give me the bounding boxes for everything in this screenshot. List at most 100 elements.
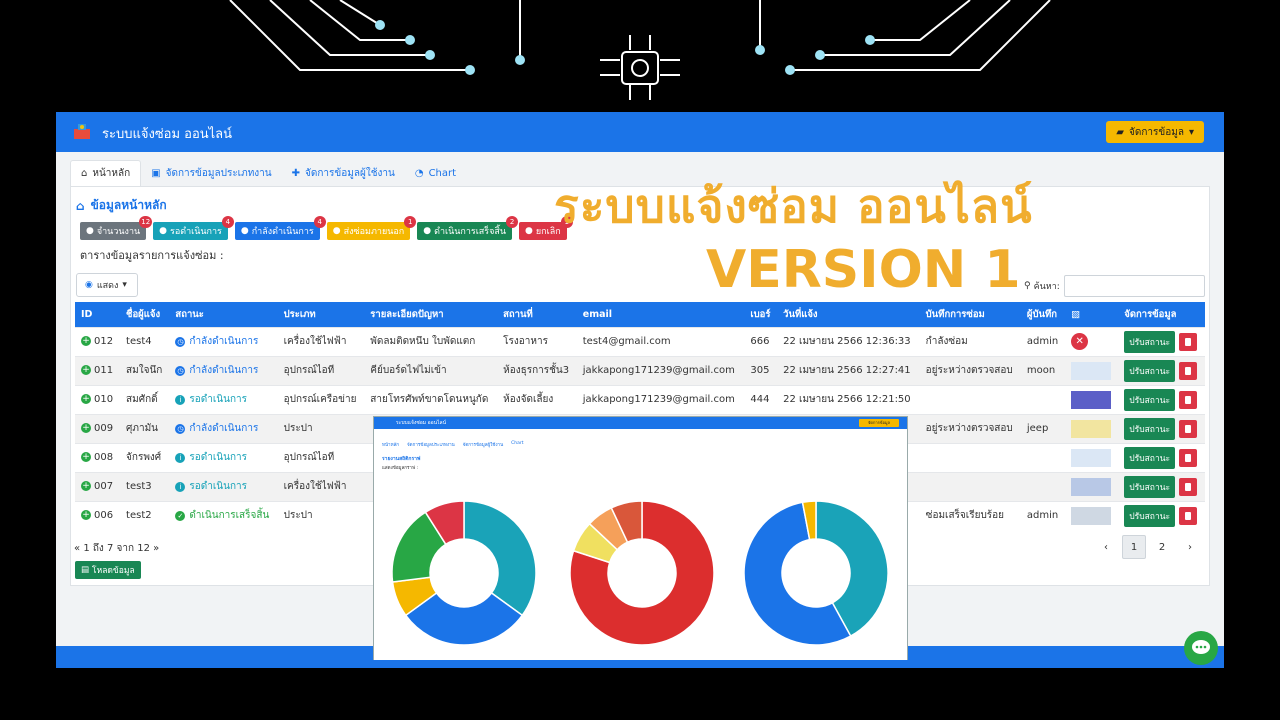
delete-icon[interactable]: [1179, 390, 1198, 409]
search-icon: ⚲: [1024, 281, 1031, 291]
tab-users[interactable]: ✚ จัดการข้อมูลผู้ใช้งาน: [282, 160, 405, 186]
update-status-button[interactable]: ปรับสถานะ: [1124, 417, 1176, 440]
update-status-button[interactable]: ปรับสถานะ: [1124, 330, 1176, 353]
brand-title[interactable]: ระบบแจ้งซ่อม ออนไลน์: [102, 123, 232, 144]
column-header[interactable]: จัดการข้อมูล: [1118, 302, 1205, 327]
page-next-icon[interactable]: ›: [1178, 535, 1202, 559]
info-icon: ●: [240, 226, 249, 236]
tab-work-types[interactable]: ▣ จัดการข้อมูลประเภทงาน: [141, 160, 281, 186]
status-badges: ● จำนวนงาน 12 ● รอดำเนินการ 4 ● กำลังดำเนินการ 4…: [80, 216, 573, 240]
expand-row-icon[interactable]: +: [81, 481, 91, 491]
status-icon: i: [175, 481, 186, 492]
cell-id: +006: [75, 500, 121, 530]
expand-row-icon[interactable]: +: [81, 336, 91, 346]
main-tabs: ⌂ หน้าหลัก ▣ จัดการข้อมูลประเภทงาน ✚ จัดการ…: [70, 160, 466, 186]
thumbnail-image[interactable]: [1071, 419, 1112, 438]
cell-phone: 305: [744, 355, 778, 385]
load-data-label: โหลดข้อมูล: [92, 566, 135, 576]
status-badge[interactable]: ● ส่งซ่อมภายนอก 1: [326, 216, 417, 240]
tab-chart-label: Chart: [428, 167, 457, 179]
column-header[interactable]: รายละเอียดปัญหา: [364, 302, 498, 327]
cell-id: +008: [75, 442, 121, 472]
load-data-button[interactable]: ▤ โหลดข้อมูล: [75, 561, 141, 579]
cell-phone: 666: [744, 326, 778, 356]
cell-id: +010: [75, 384, 121, 414]
thumbnail-image[interactable]: [1071, 361, 1112, 380]
status-badge[interactable]: ● ดำเนินการเสร็จสิ้น 2: [417, 216, 519, 240]
column-header[interactable]: ผู้บันทึก: [1020, 302, 1066, 327]
column-header[interactable]: ▧: [1065, 302, 1119, 327]
tab-chart[interactable]: ◔ Chart: [405, 160, 466, 186]
manage-data-dropdown[interactable]: ▰ จัดการข้อมูล ▾: [1106, 121, 1204, 143]
cell-name: ศุภามัน: [120, 413, 170, 443]
cell-email: test4@gmail.com: [576, 326, 745, 356]
update-status-button[interactable]: ปรับสถานะ: [1124, 475, 1176, 498]
column-header[interactable]: สถานะ: [169, 302, 278, 327]
table-subtitle: ตารางข้อมูลรายการแจ้งซ่อม :: [80, 249, 224, 262]
column-header[interactable]: ประเภท: [277, 302, 365, 327]
update-status-button[interactable]: ปรับสถานะ: [1124, 359, 1176, 382]
show-columns-button[interactable]: ◉ แสดง ▾: [76, 273, 138, 297]
status-badge[interactable]: ● รอดำเนินการ 4: [153, 216, 234, 240]
update-status-button[interactable]: ปรับสถานะ: [1124, 388, 1176, 411]
expand-row-icon[interactable]: +: [81, 365, 91, 375]
delete-icon[interactable]: [1179, 419, 1198, 438]
chat-button[interactable]: [1184, 631, 1218, 665]
page-1[interactable]: 1: [1122, 535, 1146, 559]
double-right-icon[interactable]: »: [153, 543, 159, 554]
column-header[interactable]: เบอร์: [744, 302, 778, 327]
cell-name: test3: [120, 471, 170, 501]
thumbnail-image[interactable]: [1071, 390, 1112, 409]
info-icon: ●: [423, 226, 432, 236]
delete-icon[interactable]: [1179, 361, 1198, 380]
circuit-background: [229, 0, 1051, 100]
expand-row-icon[interactable]: +: [81, 510, 91, 521]
status-badge[interactable]: ● จำนวนงาน 12: [80, 216, 153, 240]
delete-icon[interactable]: [1179, 332, 1198, 351]
cell-name: test2: [120, 500, 170, 530]
status-text: รอดำเนินการ: [189, 394, 248, 405]
inset-tab-work-types: จัดการข้อมูลประเภทงาน: [407, 443, 455, 448]
column-header[interactable]: บันทึกการซ่อม: [919, 302, 1021, 327]
column-header[interactable]: ชื่อผู้แจ้ง: [120, 302, 170, 327]
delete-icon[interactable]: [1179, 506, 1198, 525]
delete-icon[interactable]: [1179, 477, 1198, 496]
thumbnail-image[interactable]: [1071, 506, 1112, 525]
status-icon: ◷: [175, 336, 186, 347]
update-status-button[interactable]: ปรับสถานะ: [1124, 504, 1176, 527]
table-row[interactable]: +011 สมใจนึก ◷ กำลังดำเนินการ อุปกรณ์ไอที คีย…: [75, 355, 1205, 385]
column-header[interactable]: email: [576, 302, 745, 327]
page-2[interactable]: 2: [1150, 535, 1174, 559]
column-header[interactable]: สถานที่: [497, 302, 577, 327]
thumbnail-image[interactable]: [1071, 477, 1112, 496]
status-icon: ◷: [175, 423, 186, 434]
status-icon: ✓: [175, 510, 186, 521]
tab-home[interactable]: ⌂ หน้าหลัก: [70, 160, 142, 186]
status-text: ดำเนินการเสร็จสิ้น: [189, 510, 270, 522]
status-badge[interactable]: ● กำลังดำเนินการ 4: [234, 216, 326, 240]
inset-footer: [373, 660, 908, 668]
expand-row-icon[interactable]: +: [81, 423, 91, 433]
row-id: 009: [94, 423, 114, 434]
caret-down-icon: ▾: [122, 280, 127, 290]
expand-row-icon[interactable]: +: [81, 452, 91, 462]
search-input[interactable]: [1064, 275, 1205, 297]
pager-info-text: 1 ถึง 7 จาก 12: [83, 543, 150, 554]
section-title: ⌂ ข้อมูลหน้าหลัก: [76, 196, 167, 215]
table-row[interactable]: +012 test4 ◷ กำลังดำเนินการ เครื่องใช้ไฟฟ้าพ…: [75, 326, 1205, 356]
cell-note: ซ่อมเสร็จเรียบร้อย: [919, 500, 1021, 530]
expand-row-icon[interactable]: +: [81, 394, 91, 404]
cell-image: ✕: [1065, 326, 1119, 356]
page-prev-icon[interactable]: ‹: [1094, 535, 1118, 559]
thumbnail-image[interactable]: [1071, 448, 1112, 467]
double-left-icon[interactable]: «: [74, 543, 80, 554]
update-status-button[interactable]: ปรับสถานะ: [1124, 446, 1176, 469]
delete-icon[interactable]: [1179, 448, 1198, 467]
inset-tab-users: จัดการข้อมูลผู้ใช้งาน: [462, 443, 504, 448]
inset-chart-subtitle: แสดงข้อมูลกราฟ :: [382, 466, 419, 471]
column-header[interactable]: ID: [75, 302, 121, 327]
status-text: กำลังดำเนินการ: [189, 423, 259, 434]
cell-recorder: [1020, 442, 1066, 472]
column-header[interactable]: วันที่แจ้ง: [777, 302, 920, 327]
table-row[interactable]: +010 สมศักดิ์ i รอดำเนินการ อุปกรณ์เครือข่าย…: [75, 384, 1205, 414]
